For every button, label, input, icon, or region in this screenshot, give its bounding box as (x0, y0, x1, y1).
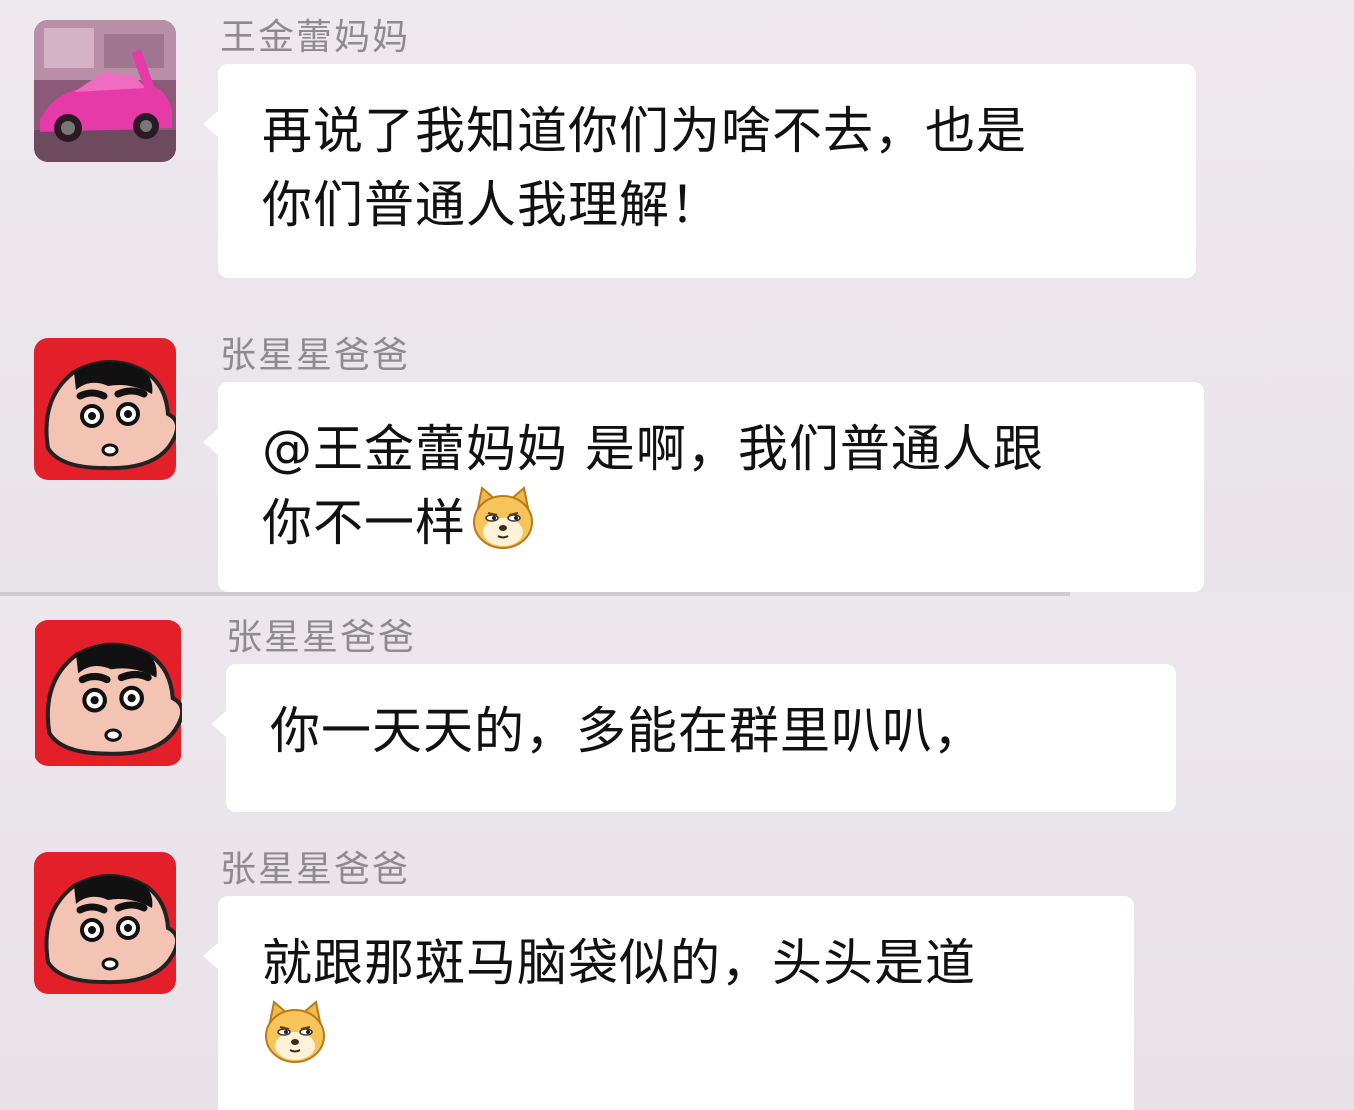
message-text-line: 你一天天的，多能在群里叭叭， (270, 702, 984, 760)
message-bubble[interactable]: 你一天天的，多能在群里叭叭， (211, 664, 1176, 812)
message-text-line: 再说了我知道你们为啥不去，也是 (262, 102, 1027, 160)
cartoon-boy-face-avatar[interactable] (34, 620, 182, 766)
message-text-line: 就跟那斑马脑袋似的，头头是道 (262, 934, 976, 992)
message-text-line: 你不一样 (262, 494, 466, 552)
message-bubble[interactable]: 再说了我知道你们为啥不去，也是 你们普通人我理解！ (203, 64, 1196, 278)
message-text-line: 你们普通人我理解！ (262, 176, 721, 234)
cartoon-boy-face-avatar[interactable] (34, 338, 176, 480)
message-bubble[interactable]: 就跟那斑马脑袋似的，头头是道 (203, 896, 1134, 1110)
sender-name: 王金蕾妈妈 (220, 17, 411, 58)
sender-name: 张星星爸爸 (220, 849, 411, 890)
sender-name: 张星星爸爸 (226, 617, 417, 658)
doge-emoji-icon (470, 486, 536, 552)
message-bubble[interactable]: @王金蕾妈妈 是啊，我们普通人跟 你不一样 (203, 382, 1204, 592)
message-text-line: @王金蕾妈妈 是啊，我们普通人跟 (262, 420, 1044, 478)
sender-name: 张星星爸爸 (220, 335, 411, 376)
doge-emoji-icon (262, 1000, 328, 1066)
cartoon-boy-face-avatar[interactable] (34, 852, 176, 994)
pink-sports-car-avatar[interactable] (34, 20, 176, 162)
